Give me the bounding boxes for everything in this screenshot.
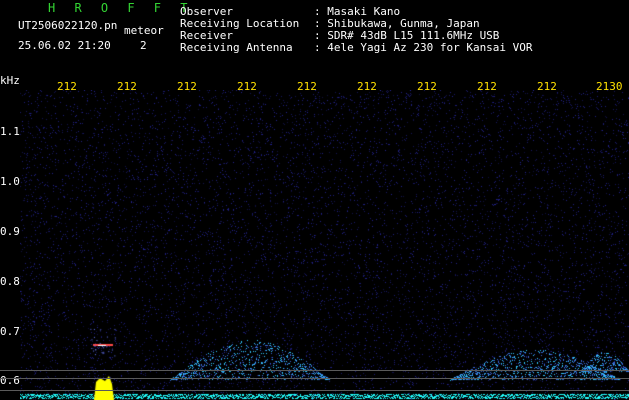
y-tick: 1.1 [0, 125, 20, 138]
reference-line [0, 370, 629, 371]
info-label-antenna: Receiving Antenna [180, 41, 293, 54]
datetime: 25.06.02 21:20 [18, 39, 111, 52]
reference-line [0, 378, 629, 379]
y-tick: 0.7 [0, 325, 20, 338]
meteor-count: 2 [140, 39, 147, 52]
y-tick: 1.0 [0, 175, 20, 188]
meteor-tag: meteor [124, 24, 164, 37]
y-tick: 0.6 [0, 374, 20, 387]
info-value-antenna: : 4ele Yagi Az 230 for Kansai VOR [314, 41, 533, 54]
spectrogram-canvas [20, 90, 629, 400]
spectrogram-window: H R O F F T UT2506022120.pn meteor 25.06… [0, 0, 629, 400]
filename: UT2506022120.pn [18, 19, 118, 32]
y-tick: 0.9 [0, 225, 20, 238]
station-code: H R O F F T [48, 1, 194, 15]
axis-unit: kHz [0, 74, 20, 87]
y-tick: 0.8 [0, 275, 20, 288]
reference-line [0, 390, 629, 391]
